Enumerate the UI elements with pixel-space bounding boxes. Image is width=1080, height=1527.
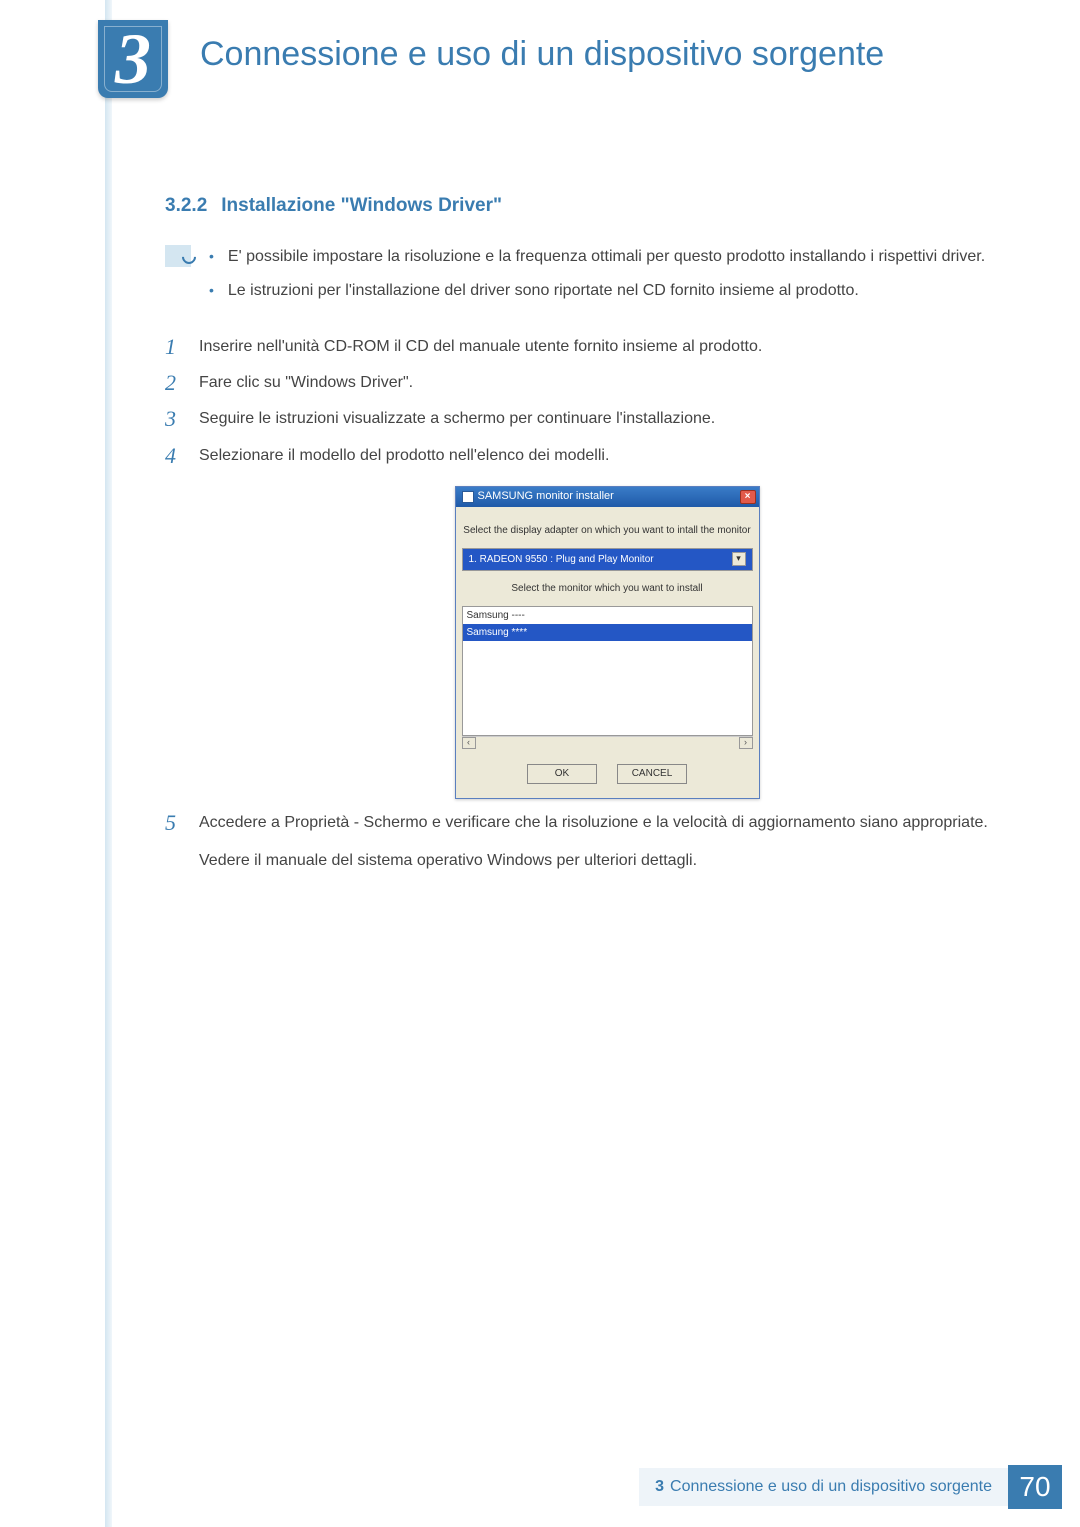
installer-titlebar: SAMSUNG monitor installer × <box>456 487 759 507</box>
installer-title: SAMSUNG monitor installer <box>478 488 614 505</box>
step-number: 3 <box>165 407 181 431</box>
footer-chapter-number: 3 <box>655 1478 664 1496</box>
monitor-list[interactable]: Samsung ---- Samsung **** <box>462 606 753 736</box>
cancel-button[interactable]: CANCEL <box>617 764 687 784</box>
step-item: 1 Inserire nell'unità CD-ROM il CD del m… <box>165 335 1015 359</box>
step-item: 2 Fare clic su "Windows Driver". <box>165 371 1015 395</box>
step-text: Seguire le istruzioni visualizzate a sch… <box>199 410 715 427</box>
footer-chapter-title: Connessione e uso di un dispositivo sorg… <box>670 1478 992 1496</box>
step-number: 4 <box>165 444 181 799</box>
section-title: Installazione "Windows Driver" <box>221 195 502 216</box>
step-text: Selezionare il modello del prodotto nell… <box>199 447 609 464</box>
step-list: 1 Inserire nell'unità CD-ROM il CD del m… <box>165 335 1015 873</box>
note-block: E' possibile impostare la risoluzione e … <box>165 245 1015 313</box>
adapter-value: 1. RADEON 9550 : Plug and Play Monitor <box>469 552 654 567</box>
step-text: Inserire nell'unità CD-ROM il CD del man… <box>199 338 762 355</box>
installer-prompt-1: Select the display adapter on which you … <box>462 523 753 538</box>
chapter-badge: 3 <box>98 20 168 98</box>
note-item: Le istruzioni per l'installazione del dr… <box>209 279 985 303</box>
step-item: 4 Selezionare il modello del prodotto ne… <box>165 444 1015 799</box>
step-item: 5 Accedere a Proprietà - Schermo e verif… <box>165 811 1015 873</box>
page-footer: 3 Connessione e uso di un dispositivo so… <box>639 1465 1062 1509</box>
chevron-down-icon: ▾ <box>732 552 746 566</box>
installer-prompt-2: Select the monitor which you want to ins… <box>462 581 753 596</box>
step-item: 3 Seguire le istruzioni visualizzate a s… <box>165 407 1015 431</box>
adapter-dropdown[interactable]: 1. RADEON 9550 : Plug and Play Monitor ▾ <box>462 548 753 571</box>
step-text: Fare clic su "Windows Driver". <box>199 374 413 391</box>
chapter-number: 3 <box>115 23 151 95</box>
step-number: 5 <box>165 811 181 873</box>
step-text: Accedere a Proprietà - Schermo e verific… <box>199 814 988 831</box>
page-number: 70 <box>1008 1465 1062 1509</box>
note-list: E' possibile impostare la risoluzione e … <box>209 245 985 313</box>
scroll-left-icon[interactable]: ‹ <box>462 737 476 749</box>
step-extra: Vedere il manuale del sistema operativo … <box>199 849 1015 873</box>
step-number: 1 <box>165 335 181 359</box>
installer-window: SAMSUNG monitor installer × Select the d… <box>455 486 760 799</box>
section-number: 3.2.2 <box>165 195 207 216</box>
section-heading: 3.2.2 Installazione "Windows Driver" <box>165 195 1015 217</box>
app-icon <box>462 491 474 503</box>
page-title: Connessione e uso di un dispositivo sorg… <box>200 35 884 74</box>
note-icon <box>165 245 191 267</box>
horizontal-scrollbar[interactable]: ‹ › <box>462 736 753 750</box>
scroll-right-icon[interactable]: › <box>739 737 753 749</box>
monitor-row[interactable]: Samsung ---- <box>463 607 752 624</box>
step-number: 2 <box>165 371 181 395</box>
ok-button[interactable]: OK <box>527 764 597 784</box>
left-margin-decoration <box>105 0 112 1527</box>
note-item: E' possibile impostare la risoluzione e … <box>209 245 985 269</box>
close-icon[interactable]: × <box>740 490 756 504</box>
monitor-row-selected[interactable]: Samsung **** <box>463 624 752 641</box>
